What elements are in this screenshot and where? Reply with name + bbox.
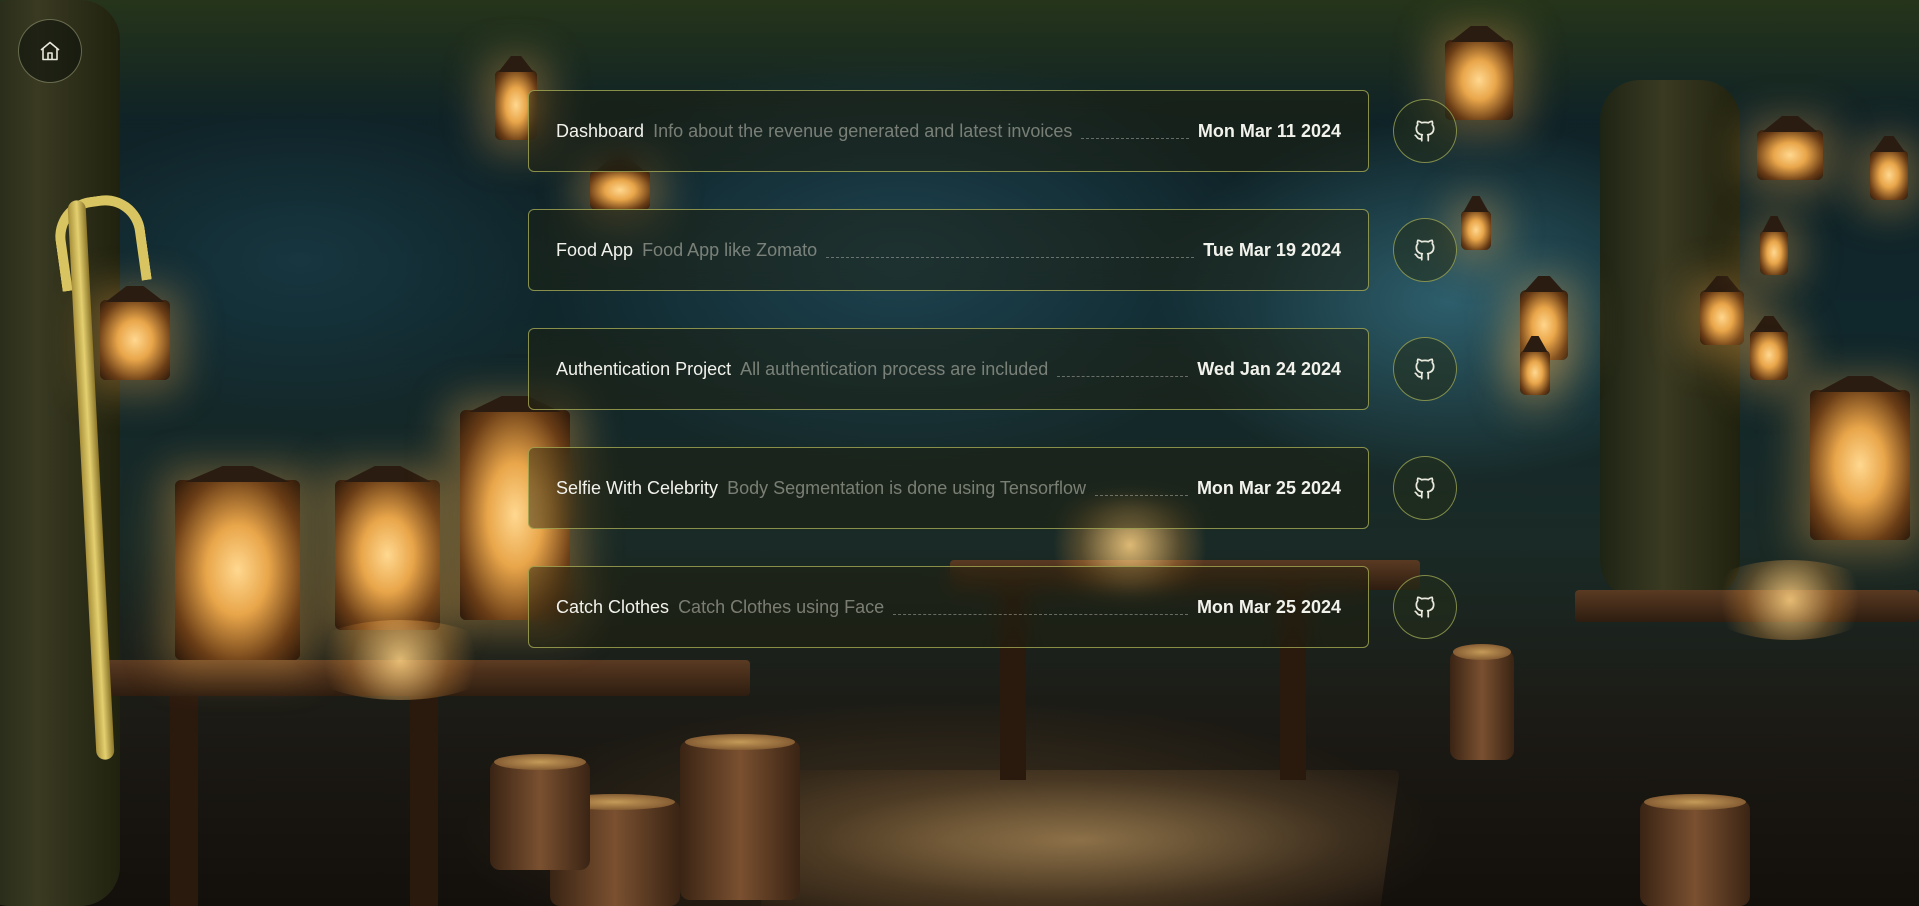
project-card-food-app[interactable]: Food App Food App like Zomato Tue Mar 19… bbox=[528, 209, 1369, 291]
table-leg bbox=[170, 696, 198, 906]
github-link-button[interactable] bbox=[1393, 218, 1457, 282]
github-link-button[interactable] bbox=[1393, 99, 1457, 163]
lantern bbox=[335, 480, 440, 630]
dotted-leader bbox=[893, 613, 1188, 615]
lantern bbox=[1810, 390, 1910, 540]
github-link-button[interactable] bbox=[1393, 575, 1457, 639]
lantern bbox=[1520, 350, 1550, 395]
github-icon bbox=[1412, 594, 1438, 620]
table-leg bbox=[410, 696, 438, 906]
github-icon bbox=[1412, 118, 1438, 144]
rug bbox=[760, 770, 1400, 906]
project-card-dashboard[interactable]: Dashboard Info about the revenue generat… bbox=[528, 90, 1369, 172]
project-description: Food App like Zomato bbox=[642, 239, 818, 260]
project-row: Catch Clothes Catch Clothes using Face M… bbox=[528, 566, 1458, 648]
barrel bbox=[1640, 794, 1750, 906]
project-title: Catch Clothes bbox=[556, 596, 670, 617]
dotted-leader bbox=[826, 256, 1195, 258]
project-date: Mon Mar 11 2024 bbox=[1197, 120, 1341, 141]
lantern bbox=[1700, 290, 1744, 345]
project-card-selfie-with-celebrity[interactable]: Selfie With Celebrity Body Segmentation … bbox=[528, 447, 1369, 529]
lantern bbox=[1757, 130, 1823, 180]
lantern bbox=[175, 480, 300, 660]
barrel bbox=[1450, 644, 1514, 760]
project-description: Body Segmentation is done using Tensorfl… bbox=[727, 477, 1086, 498]
candle-glow bbox=[300, 620, 500, 700]
project-date: Tue Mar 19 2024 bbox=[1203, 239, 1341, 260]
project-title: Food App bbox=[556, 239, 634, 260]
dotted-leader bbox=[1057, 375, 1189, 377]
lantern bbox=[1461, 210, 1491, 250]
github-link-button[interactable] bbox=[1393, 337, 1457, 401]
github-link-button[interactable] bbox=[1393, 456, 1457, 520]
dotted-leader bbox=[1081, 137, 1189, 139]
project-date: Mon Mar 25 2024 bbox=[1196, 596, 1341, 617]
github-icon bbox=[1412, 475, 1438, 501]
lantern bbox=[590, 170, 650, 210]
project-description: Catch Clothes using Face bbox=[678, 596, 885, 617]
project-description: Info about the revenue generated and lat… bbox=[653, 120, 1073, 141]
candle-glow bbox=[1700, 560, 1880, 640]
project-title: Selfie With Celebrity bbox=[556, 477, 719, 498]
lantern bbox=[1760, 230, 1788, 275]
github-icon bbox=[1412, 356, 1438, 382]
project-card-authentication[interactable]: Authentication Project All authenticatio… bbox=[528, 328, 1369, 410]
project-description: All authentication process are included bbox=[740, 358, 1049, 379]
dotted-leader bbox=[1094, 494, 1188, 496]
lantern bbox=[100, 300, 170, 380]
project-date: Mon Mar 25 2024 bbox=[1196, 477, 1341, 498]
tree-trunk-left bbox=[0, 0, 120, 906]
project-row: Food App Food App like Zomato Tue Mar 19… bbox=[528, 209, 1458, 291]
project-title: Authentication Project bbox=[556, 358, 732, 379]
barrel bbox=[680, 734, 800, 900]
barrel bbox=[490, 754, 590, 870]
project-row: Dashboard Info about the revenue generat… bbox=[528, 90, 1458, 172]
home-icon bbox=[38, 39, 62, 63]
lantern bbox=[1870, 150, 1908, 200]
lantern bbox=[1750, 330, 1788, 380]
project-title: Dashboard bbox=[556, 120, 645, 141]
project-row: Selfie With Celebrity Body Segmentation … bbox=[528, 447, 1458, 529]
project-card-catch-clothes[interactable]: Catch Clothes Catch Clothes using Face M… bbox=[528, 566, 1369, 648]
github-icon bbox=[1412, 237, 1438, 263]
project-row: Authentication Project All authenticatio… bbox=[528, 328, 1458, 410]
project-date: Wed Jan 24 2024 bbox=[1197, 358, 1341, 379]
home-button[interactable] bbox=[18, 19, 82, 83]
